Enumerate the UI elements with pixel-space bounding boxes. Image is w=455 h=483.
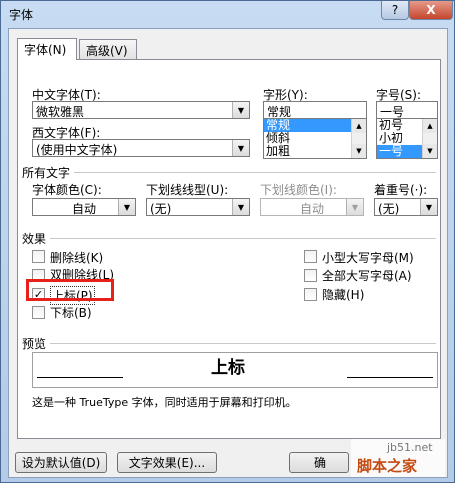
chevron-down-icon[interactable]: ▼ <box>232 199 249 215</box>
scroll-up-icon[interactable]: ▲ <box>352 119 366 133</box>
preview-note: 这是一种 TrueType 字体，同时适用于屏幕和打印机。 <box>32 396 297 409</box>
close-button[interactable]: X <box>409 1 453 20</box>
preview-baseline-right <box>347 377 433 378</box>
subscript-label[interactable]: 下标(B) <box>50 304 92 321</box>
underline-style-combo[interactable]: (无) ▼ <box>146 198 250 216</box>
scroll-down-icon[interactable]: ▼ <box>423 144 437 158</box>
chinese-font-combo[interactable]: 微软雅黑 ▼ <box>32 101 250 119</box>
font-size-value: 一号 <box>380 105 405 119</box>
font-size-listbox[interactable]: 初号 小初 一号 ▲ ▼ <box>376 118 438 159</box>
underline-color-label: 下划线颜色(I): <box>260 183 337 197</box>
chinese-font-value: 微软雅黑 <box>36 105 85 119</box>
window-title: 字体 <box>9 8 34 22</box>
highlight-annotation-box <box>26 279 114 301</box>
all-caps-checkbox[interactable] <box>304 269 317 282</box>
western-font-combo[interactable]: (使用中文字体) ▼ <box>32 139 250 157</box>
font-style-listbox[interactable]: 常规 倾斜 加粗 ▲ ▼ <box>263 118 367 159</box>
chevron-down-icon[interactable]: ▼ <box>232 140 249 156</box>
emphasis-mark-label: 着重号(·): <box>374 183 428 197</box>
small-caps-checkbox[interactable] <box>304 250 317 263</box>
all-caps-label[interactable]: 全部大写字母(A) <box>322 267 412 284</box>
font-size-input[interactable]: 一号 <box>376 101 438 119</box>
font-style-input[interactable]: 常规 <box>263 101 367 119</box>
underline-color-value: 自动 <box>299 202 324 216</box>
preview-baseline-left <box>37 377 123 378</box>
tab-font[interactable]: 字体(N) <box>17 38 77 60</box>
hidden-checkbox[interactable] <box>304 288 317 301</box>
hidden-label[interactable]: 隐藏(H) <box>322 286 364 303</box>
scroll-up-icon[interactable]: ▲ <box>423 119 437 133</box>
effects-heading: 效果 <box>22 232 47 246</box>
underline-style-label: 下划线线型(U): <box>146 183 229 197</box>
underline-style-value: (无) <box>150 202 172 216</box>
strikethrough-checkbox[interactable] <box>32 250 45 263</box>
text-effects-button[interactable]: 文字效果(E)... <box>117 452 217 473</box>
font-color-label: 字体颜色(C): <box>32 183 102 197</box>
close-icon: X <box>426 3 436 17</box>
divider <box>50 343 436 344</box>
subscript-checkbox[interactable] <box>32 306 45 319</box>
watermark-url: jb51.net <box>387 441 433 454</box>
font-tab-panel: 中文字体(T): 微软雅黑 ▼ 字形(Y): 常规 常规 倾斜 加粗 ▲ ▼ 字… <box>17 59 441 439</box>
strikethrough-label[interactable]: 删除线(K) <box>50 249 103 266</box>
western-font-value: (使用中文字体) <box>36 143 118 157</box>
all-text-heading: 所有文字 <box>22 166 71 180</box>
divider <box>74 172 436 173</box>
watermark-name: 脚本之家 <box>357 457 418 475</box>
help-icon: ? <box>391 3 399 17</box>
chevron-down-icon[interactable]: ▼ <box>420 199 437 215</box>
set-default-button[interactable]: 设为默认值(D) <box>15 452 107 473</box>
help-button[interactable]: ? <box>381 1 409 20</box>
tab-advanced[interactable]: 高级(V) <box>79 39 137 59</box>
divider <box>50 238 436 239</box>
small-caps-label[interactable]: 小型大写字母(M) <box>322 249 414 266</box>
font-size-scrollbar[interactable]: ▲ ▼ <box>422 119 437 158</box>
underline-color-combo: 自动 ▼ <box>260 198 364 216</box>
emphasis-mark-value: (无) <box>378 202 400 216</box>
preview-box: 上标 <box>32 352 438 388</box>
scroll-down-icon[interactable]: ▼ <box>352 144 366 158</box>
chevron-down-icon[interactable]: ▼ <box>118 199 135 215</box>
emphasis-mark-combo[interactable]: (无) ▼ <box>374 198 438 216</box>
watermark-logo: jb51.net 脚本之家 <box>351 439 445 477</box>
ok-button[interactable]: 确 <box>289 452 349 473</box>
font-color-combo[interactable]: 自动 ▼ <box>32 198 136 216</box>
font-dialog-window: 字体 ? X 字体(N) 高级(V) 中文字体(T): 微软雅黑 ▼ 字形(Y)… <box>0 0 455 483</box>
font-color-value: 自动 <box>71 202 96 216</box>
dialog-client-area: 字体(N) 高级(V) 中文字体(T): 微软雅黑 ▼ 字形(Y): 常规 常规… <box>8 28 448 478</box>
chevron-down-icon[interactable]: ▼ <box>232 102 249 118</box>
font-style-scrollbar[interactable]: ▲ ▼ <box>351 119 366 158</box>
font-style-value: 常规 <box>267 105 292 119</box>
preview-heading: 预览 <box>22 337 47 351</box>
preview-sample-text: 上标 <box>211 358 245 378</box>
chevron-down-icon: ▼ <box>346 199 363 215</box>
